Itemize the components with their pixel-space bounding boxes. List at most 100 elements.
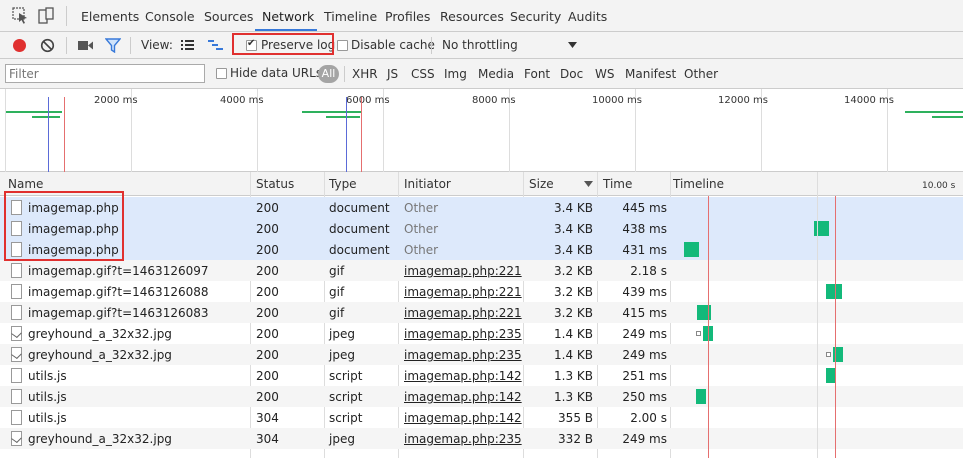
cell-status: 304 bbox=[256, 411, 279, 425]
table-row[interactable]: greyhound_a_32x32.jpg 304 jpeg imagemap.php… bbox=[0, 428, 963, 449]
cell-initiator[interactable]: imagemap.php:142 bbox=[404, 411, 522, 425]
dropdown-arrow-icon[interactable] bbox=[568, 42, 577, 49]
video-camera-icon[interactable] bbox=[77, 39, 94, 52]
tab-console[interactable]: Console bbox=[145, 9, 195, 24]
filter-type-other[interactable]: Other bbox=[684, 67, 718, 81]
document-icon bbox=[11, 368, 22, 383]
column-header-status[interactable]: Status bbox=[256, 177, 294, 191]
table-row[interactable]: imagemap.php 200 document Other 3.4 KB 431 ms bbox=[0, 239, 963, 260]
column-header-time[interactable]: Time bbox=[603, 177, 632, 191]
table-row[interactable]: utils.js 304 script imagemap.php:142 355 B 2.… bbox=[0, 407, 963, 428]
table-row[interactable]: imagemap.gif?t=1463126097 200 gif imagemap.… bbox=[0, 260, 963, 281]
filter-type-all[interactable]: All bbox=[318, 65, 339, 83]
cell-time: 415 ms bbox=[622, 306, 667, 320]
cell-size: 3.4 KB bbox=[554, 243, 593, 257]
filter-input[interactable] bbox=[5, 64, 205, 83]
cell-type: script bbox=[329, 390, 363, 404]
timeline-grid-line bbox=[817, 172, 818, 196]
cell-time: 439 ms bbox=[622, 285, 667, 299]
tab-resources[interactable]: Resources bbox=[440, 9, 504, 24]
tab-network[interactable]: Network bbox=[262, 9, 314, 24]
cell-initiator[interactable]: imagemap.php:221 bbox=[404, 264, 522, 278]
cell-name: imagemap.gif?t=1463126088 bbox=[28, 285, 209, 299]
cell-initiator[interactable]: imagemap.php:235 bbox=[404, 327, 522, 341]
filter-type-manifest[interactable]: Manifest bbox=[625, 67, 676, 81]
column-header-name[interactable]: Name bbox=[8, 177, 43, 191]
table-row[interactable]: utils.js 200 script imagemap.php:142 1.3 KB 2… bbox=[0, 365, 963, 386]
image-icon bbox=[11, 326, 22, 341]
tab-timeline[interactable]: Timeline bbox=[324, 9, 377, 24]
active-tab-indicator bbox=[255, 29, 317, 31]
filter-bar: Hide data URLs All XHR JS CSS Img Media … bbox=[0, 59, 963, 89]
overview-request-bar bbox=[932, 116, 963, 118]
filter-type-img[interactable]: Img bbox=[444, 67, 467, 81]
overview-tick-label: 4000 ms bbox=[220, 95, 264, 106]
table-row[interactable]: greyhound_a_32x32.jpg 200 jpeg imagemap.php… bbox=[0, 323, 963, 344]
filter-type-doc[interactable]: Doc bbox=[560, 67, 583, 81]
timeline-bar[interactable] bbox=[826, 368, 835, 383]
timeline-load-line bbox=[708, 196, 709, 458]
filter-type-font[interactable]: Font bbox=[524, 67, 550, 81]
network-overview[interactable]: 2000 ms 4000 ms 6000 ms 8000 ms 10000 ms… bbox=[0, 89, 963, 172]
cell-initiator[interactable]: imagemap.php:235 bbox=[404, 432, 522, 446]
timeline-bar[interactable] bbox=[684, 242, 699, 257]
column-header-type[interactable]: Type bbox=[329, 177, 357, 191]
filter-type-js[interactable]: JS bbox=[387, 67, 398, 81]
tab-audits[interactable]: Audits bbox=[568, 9, 607, 24]
overview-grid-line bbox=[5, 89, 6, 172]
cell-initiator[interactable]: imagemap.php:235 bbox=[404, 348, 522, 362]
table-row[interactable]: imagemap.gif?t=1463126083 200 gif imagemap.… bbox=[0, 302, 963, 323]
timeline-waiting-marker bbox=[696, 331, 701, 336]
disable-cache-label[interactable]: Disable cache bbox=[351, 38, 435, 52]
overview-request-bar bbox=[326, 116, 360, 118]
tab-elements[interactable]: Elements bbox=[81, 9, 139, 24]
cell-initiator[interactable]: imagemap.php:142 bbox=[404, 369, 522, 383]
clear-icon[interactable] bbox=[40, 38, 55, 53]
throttling-select[interactable]: No throttling bbox=[442, 38, 518, 52]
tab-sources[interactable]: Sources bbox=[204, 9, 253, 24]
large-request-rows-icon[interactable] bbox=[180, 38, 195, 52]
filter-type-css[interactable]: CSS bbox=[411, 67, 435, 81]
hide-data-urls-checkbox[interactable] bbox=[216, 68, 227, 79]
column-header-size[interactable]: Size bbox=[529, 177, 554, 191]
table-row[interactable]: imagemap.gif?t=1463126088 200 gif imagemap.… bbox=[0, 281, 963, 302]
document-icon bbox=[11, 410, 22, 425]
cell-type: gif bbox=[329, 285, 345, 299]
tab-profiles[interactable]: Profiles bbox=[385, 9, 430, 24]
inspect-element-icon[interactable] bbox=[12, 7, 30, 25]
sort-descending-icon[interactable] bbox=[584, 181, 593, 188]
timeline-grid-line bbox=[817, 196, 818, 458]
timeline-bar[interactable] bbox=[826, 284, 842, 299]
filter-type-media[interactable]: Media bbox=[478, 67, 514, 81]
cell-name: greyhound_a_32x32.jpg bbox=[28, 348, 172, 362]
cell-time: 2.00 s bbox=[630, 411, 667, 425]
record-icon[interactable] bbox=[12, 38, 27, 53]
timeline-bar[interactable] bbox=[696, 389, 706, 404]
overview-request-bar bbox=[32, 116, 60, 118]
filter-type-ws[interactable]: WS bbox=[595, 67, 614, 81]
waterfall-overview-icon[interactable] bbox=[207, 38, 224, 52]
overview-load-line bbox=[361, 97, 362, 172]
cell-initiator[interactable]: imagemap.php:142 bbox=[404, 390, 522, 404]
overview-tick-label: 10000 ms bbox=[592, 95, 642, 106]
device-mode-icon[interactable] bbox=[37, 7, 55, 25]
table-row[interactable]: imagemap.php 200 document Other 3.4 KB 445 ms bbox=[0, 197, 963, 218]
cell-initiator[interactable]: imagemap.php:221 bbox=[404, 306, 522, 320]
tab-security[interactable]: Security bbox=[510, 9, 561, 24]
document-icon bbox=[11, 389, 22, 404]
table-row[interactable]: greyhound_a_32x32.jpg 200 jpeg imagemap.php… bbox=[0, 344, 963, 365]
hide-data-urls-label[interactable]: Hide data URLs bbox=[230, 66, 322, 80]
cell-time: 445 ms bbox=[622, 201, 667, 215]
table-row[interactable]: utils.js 200 script imagemap.php:142 1.3 KB 2… bbox=[0, 386, 963, 407]
tab-bar-divider bbox=[66, 6, 67, 26]
cell-status: 200 bbox=[256, 201, 279, 215]
filter-funnel-icon[interactable] bbox=[105, 38, 121, 53]
filter-type-xhr[interactable]: XHR bbox=[352, 67, 378, 81]
table-row[interactable]: imagemap.php 200 document Other 3.4 KB 438 ms bbox=[0, 218, 963, 239]
cell-type: script bbox=[329, 369, 363, 383]
cell-initiator[interactable]: imagemap.php:221 bbox=[404, 285, 522, 299]
column-header-timeline[interactable]: Timeline bbox=[673, 177, 724, 191]
column-header-initiator[interactable]: Initiator bbox=[404, 177, 451, 191]
overview-domcontentloaded-line bbox=[48, 97, 49, 172]
disable-cache-checkbox[interactable] bbox=[337, 40, 348, 51]
